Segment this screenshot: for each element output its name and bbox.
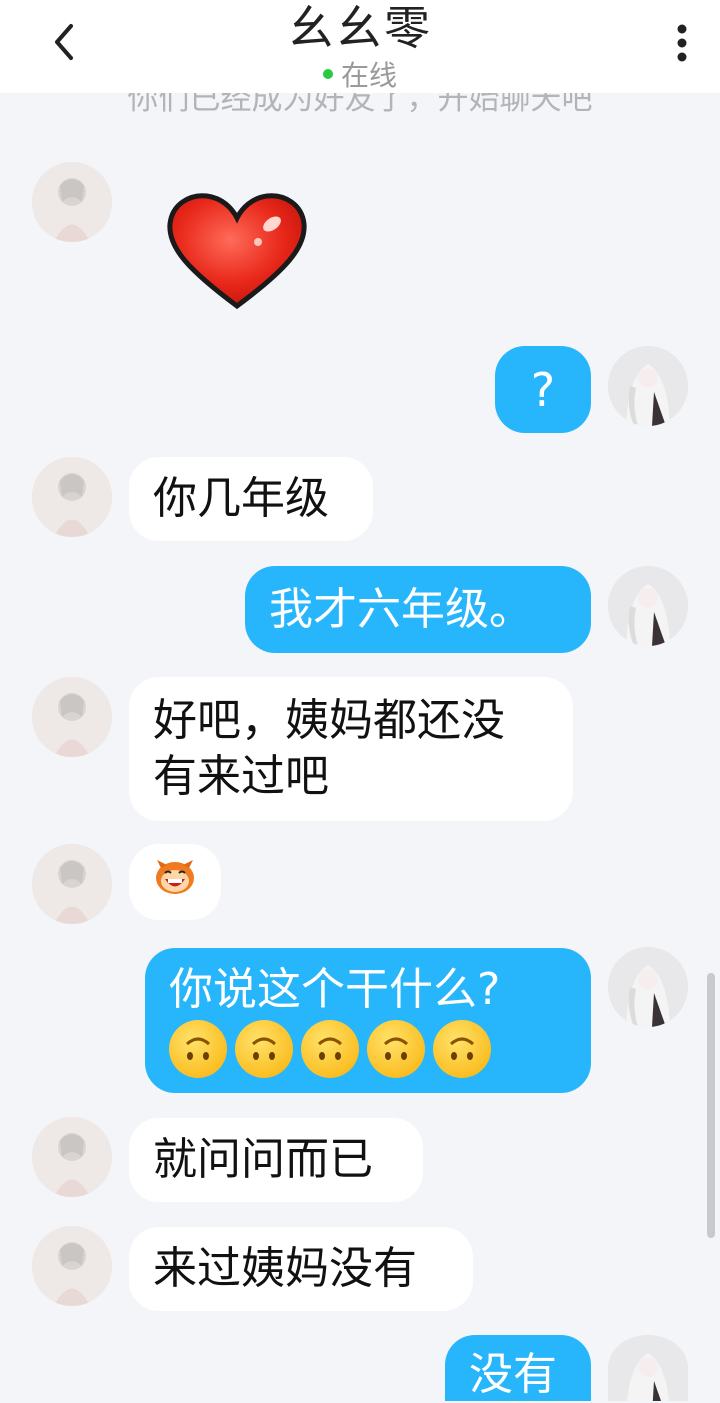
my-message-bubble[interactable]: 没有: [445, 1335, 591, 1401]
online-status: 在线: [0, 58, 720, 94]
upside-down-face-icon: [301, 1020, 359, 1078]
upside-down-face-icon: [235, 1020, 293, 1078]
contact-avatar[interactable]: [32, 1117, 112, 1197]
contact-avatar[interactable]: [32, 1226, 112, 1306]
message-text: 我才六年级。: [269, 583, 533, 635]
chat-header: 幺幺零 在线: [0, 0, 720, 93]
more-options-button[interactable]: [666, 18, 698, 72]
more-vertical-icon: [676, 23, 688, 67]
contact-message-bubble[interactable]: 就问问而已: [129, 1118, 423, 1202]
message-text: 你说这个干什么?: [169, 964, 501, 1015]
message-text: 没有: [469, 1349, 557, 1400]
heart-sticker[interactable]: [160, 186, 314, 316]
message-text: 就问问而已: [153, 1134, 373, 1185]
my-message-bubble[interactable]: 我才六年级。: [245, 566, 591, 653]
my-message-bubble[interactable]: 你说这个干什么?: [145, 948, 591, 1093]
contact-avatar[interactable]: [32, 457, 112, 537]
message-text-line: 有来过吧: [153, 751, 329, 802]
laughing-monkey-icon: [153, 854, 197, 910]
my-avatar[interactable]: [608, 566, 688, 646]
my-avatar[interactable]: [608, 947, 688, 1027]
message-text: 来过姨妈没有: [153, 1243, 417, 1294]
online-status-text: 在线: [340, 59, 397, 92]
contact-message-bubble[interactable]: 好吧，姨妈都还没 有来过吧: [129, 677, 573, 821]
contact-message-bubble[interactable]: [129, 844, 221, 920]
contact-message-bubble[interactable]: 你几年级: [129, 457, 373, 541]
online-dot-icon: [322, 69, 333, 79]
message-text: 你几年级: [153, 473, 329, 524]
contact-avatar[interactable]: [32, 844, 112, 924]
upside-down-face-icon: [367, 1020, 425, 1078]
my-avatar[interactable]: [608, 346, 688, 426]
contact-avatar[interactable]: [32, 162, 112, 242]
contact-message-bubble[interactable]: 来过姨妈没有: [129, 1227, 473, 1311]
upside-down-face-icon: [433, 1020, 491, 1078]
chat-area[interactable]: 你们已经成为好友了，开始聊天吧 ? 你几年级 我才六年级。 好吧，姨妈都还没 有…: [0, 0, 720, 1401]
my-message-bubble[interactable]: ?: [495, 346, 591, 433]
message-text-line: 好吧，姨妈都还没: [153, 695, 505, 746]
upside-down-face-icon: [169, 1020, 227, 1078]
emoji-row: [169, 1020, 567, 1078]
contact-name: 幺幺零: [288, 1, 432, 55]
scrollbar[interactable]: [707, 973, 715, 1238]
message-text: ?: [530, 362, 556, 417]
my-avatar[interactable]: [608, 1335, 688, 1401]
contact-avatar[interactable]: [32, 677, 112, 757]
